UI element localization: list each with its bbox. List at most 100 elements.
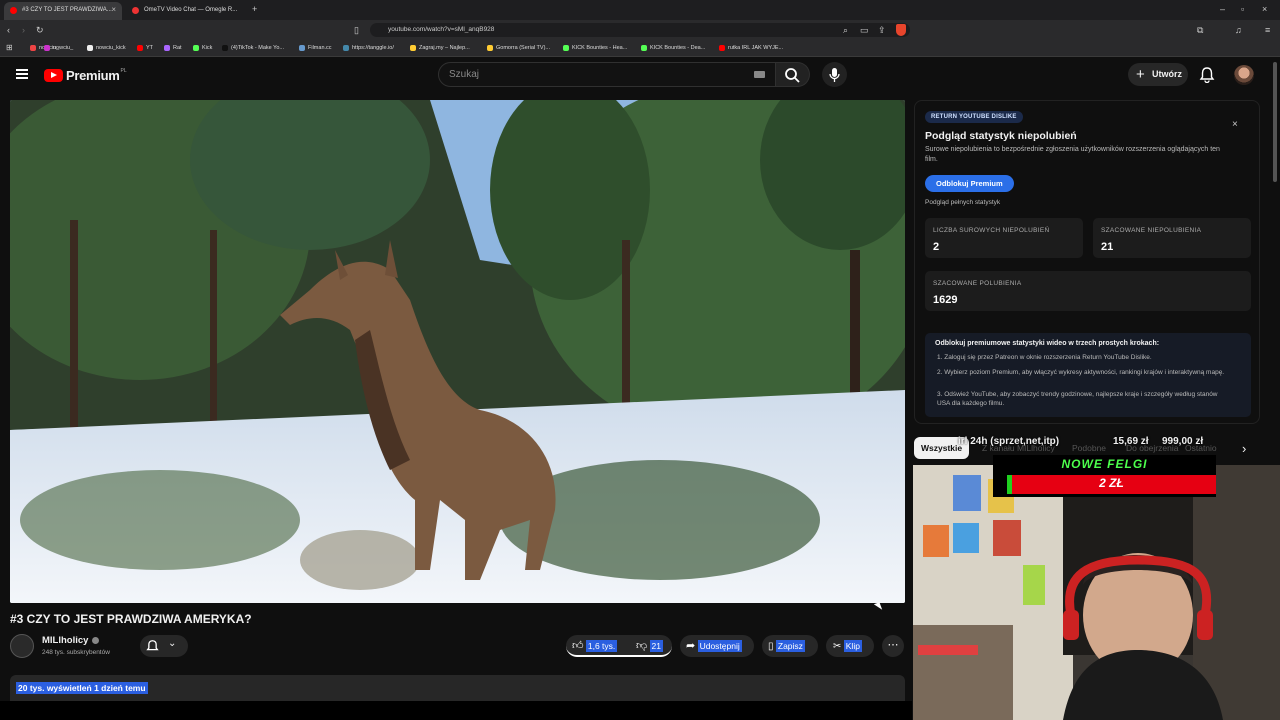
bell-icon — [146, 640, 159, 651]
screenshot-icon[interactable]: ▭ — [860, 25, 869, 35]
youtube-logo[interactable]: Premium PL — [44, 68, 127, 83]
video-frame-elk-in-snowy-forest — [10, 100, 905, 603]
clip-content: ✂ Klip — [833, 635, 862, 657]
page-scrollbar[interactable] — [1273, 62, 1277, 182]
raw-dislikes-value: 2 — [933, 241, 940, 253]
bookmark-page-icon[interactable]: ▯ — [354, 25, 359, 35]
overlay-ticker-label: irl 24h (sprzet,net,itp) — [958, 436, 1060, 447]
estimated-likes-card: SZACOWANE POLUBIENIA 1629 — [925, 271, 1251, 311]
tab-inactive[interactable]: OmeTV Video Chat — Omegle R... — [126, 2, 246, 20]
overlay-current-amount: 15,69 zł — [1113, 436, 1149, 447]
ryd-badge: RETURN YOUTUBE DISLIKE — [925, 111, 1023, 123]
like-button[interactable]: 👍︎ 1,6 tys. — [572, 635, 618, 657]
reload-icon[interactable]: ↻ — [36, 25, 44, 35]
bookmark-item[interactable]: (4)TikTok - Make Yo... — [222, 43, 284, 53]
overlay-goal-amount: 999,00 zł — [1162, 436, 1204, 447]
forward-icon[interactable]: › — [22, 25, 25, 35]
bookmark-item[interactable]: KICK Bounties - Dea... — [641, 43, 705, 53]
premium-steps-box: Odblokuj premiumowe statystyki wideo w t… — [925, 333, 1251, 417]
thumbs-up-icon: 👍︎ — [572, 640, 584, 652]
bookmark-item[interactable]: Rat — [164, 43, 182, 53]
subscriber-count: 248 tys. subskrybentów — [42, 649, 110, 656]
steps-title: Odblokuj premiumowe statystyki wideo w t… — [935, 340, 1160, 347]
more-actions-button[interactable]: ⋯ — [882, 635, 904, 657]
bookmark-item[interactable]: https://tanggle.io/ — [343, 43, 394, 53]
microphone-icon — [829, 68, 840, 82]
plus-icon: + — [1136, 66, 1145, 83]
logo-region: PL — [120, 68, 127, 74]
create-button[interactable]: + Utwórz — [1128, 63, 1188, 86]
webcam-overlay — [913, 465, 1280, 720]
bookmark-item[interactable]: Zagraj.my – Najlep... — [410, 43, 470, 53]
save-label: Zapisz — [775, 640, 805, 652]
media-icon[interactable]: ♫ — [1235, 25, 1242, 35]
chip-similar[interactable]: Podobne — [1072, 443, 1106, 453]
bookmark-item[interactable]: Filman.cc — [299, 43, 332, 53]
url-field[interactable]: youtube.com/watch?v=sMl_anqB928 — [370, 23, 910, 37]
maximize-icon[interactable]: ▫ — [1241, 4, 1244, 14]
channel-name[interactable]: MILlholicy — [42, 635, 88, 646]
brave-shield-icon[interactable] — [896, 24, 906, 36]
description-box[interactable]: 20 tys. wyświetleń 1 dzień temu — [10, 675, 905, 701]
dislike-count: 21 — [649, 640, 664, 652]
views-and-date: 20 tys. wyświetleń 1 dzień temu — [16, 682, 148, 694]
hamburger-menu-icon[interactable] — [16, 69, 28, 79]
unlock-premium-button[interactable]: Odblokuj Premium — [925, 175, 1014, 192]
bookmark-item[interactable]: Gomorra (Serial TV)... — [487, 43, 550, 53]
account-avatar[interactable] — [1234, 65, 1254, 85]
bookmark-item[interactable]: KICK Bounties - Hea... — [563, 43, 627, 53]
ryd-title: Podgląd statystyk niepolubień — [925, 130, 1077, 142]
menu-icon[interactable]: ≡ — [1265, 25, 1270, 35]
share-page-icon[interactable]: ⇪ — [878, 25, 886, 35]
bookmark-item[interactable]: nowciu_ — [44, 43, 73, 53]
channel-avatar[interactable] — [10, 634, 34, 658]
bookmark-item[interactable]: YT — [137, 43, 153, 53]
youtube-play-icon — [44, 68, 63, 82]
search-placeholder: Szukaj — [449, 69, 480, 80]
mouse-cursor-icon — [873, 602, 883, 612]
tab-inactive-label: OmeTV Video Chat — Omegle R... — [144, 7, 238, 13]
close-tab-icon[interactable]: × — [111, 2, 116, 18]
goal-progress-bar: 2 ZŁ — [1007, 475, 1216, 494]
notifications-bell-icon[interactable] — [1199, 66, 1215, 83]
search-button[interactable] — [776, 62, 810, 87]
search-input[interactable]: Szukaj — [438, 62, 776, 87]
create-label: Utwórz — [1152, 69, 1182, 79]
video-player[interactable] — [10, 100, 905, 603]
tab-active[interactable]: #3 CZY TO JEST PRAWDZIWA... × — [4, 2, 122, 20]
new-tab-icon[interactable]: + — [252, 4, 257, 14]
return-youtube-dislike-panel: RETURN YOUTUBE DISLIKE × Podgląd statyst… — [914, 100, 1260, 424]
voice-search-button[interactable] — [822, 62, 847, 87]
clip-label: Klip — [843, 640, 862, 652]
youtube-favicon-icon — [10, 7, 17, 14]
step-1: 1. Zaloguj się przez Patreon w oknie roz… — [937, 354, 1152, 361]
ometv-favicon-icon — [132, 7, 139, 14]
dislike-button[interactable]: 👎︎ 21 — [636, 635, 664, 657]
estimated-dislikes-label: SZACOWANE NIEPOLUBIENIA — [1101, 227, 1202, 234]
zoom-icon[interactable]: ⌕ — [843, 25, 848, 35]
close-window-icon[interactable]: × — [1262, 4, 1267, 14]
tab-active-label: #3 CZY TO JEST PRAWDZIWA... — [22, 7, 112, 13]
browser-tab-bar: #3 CZY TO JEST PRAWDZIWA... × OmeTV Vide… — [0, 0, 1280, 20]
bookmark-item[interactable]: Kick — [193, 43, 212, 53]
keyboard-icon[interactable] — [754, 71, 765, 78]
subscription-bell-button[interactable]: ⌄ — [140, 635, 188, 657]
estimated-dislikes-card: SZACOWANE NIEPOLUBIENIA 21 — [1093, 218, 1251, 258]
chips-next-arrow-icon[interactable]: › — [1242, 441, 1246, 456]
minimize-icon[interactable]: – — [1220, 4, 1225, 14]
share-content: ➦ Udostępnij — [686, 635, 742, 657]
bookmark-item[interactable]: rutka IRL JAK WYJE... — [719, 43, 783, 53]
bookmarks-bar: ⊞ nowciu_ nowciu_ nowciu_kick YT Rat Kic… — [0, 40, 1280, 57]
extensions-icon[interactable]: ⧉ — [1197, 25, 1203, 35]
goal-banner: NOWE FELGI 2 ZŁ — [993, 455, 1216, 497]
bookmark-item[interactable]: nowciu_kick — [87, 43, 126, 53]
ryd-close-icon[interactable]: × — [1232, 119, 1238, 130]
full-stats-preview-link[interactable]: Podgląd pełnych statystyk — [925, 199, 1000, 206]
bookmark-icon: ▯ — [768, 641, 774, 652]
estimated-dislikes-value: 21 — [1101, 241, 1114, 253]
apps-icon[interactable]: ⊞ — [6, 43, 13, 53]
estimated-likes-label: SZACOWANE POLUBIENIA — [933, 280, 1022, 287]
step-2: 2. Wybierz poziom Premium, aby włączyć w… — [937, 369, 1225, 376]
url-text: youtube.com/watch?v=sMl_anqB928 — [388, 26, 495, 33]
back-icon[interactable]: ‹ — [7, 25, 10, 35]
